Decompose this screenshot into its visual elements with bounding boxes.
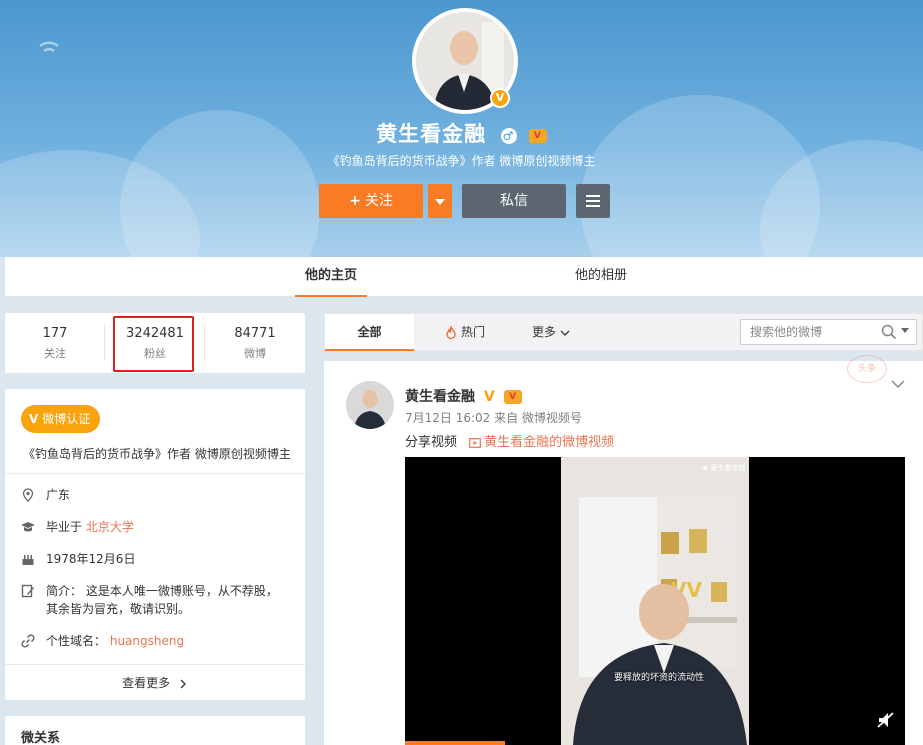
- verified-badge-icon: V: [490, 88, 510, 108]
- profile-info-card: V 微博认证 《钓鱼岛背后的货币战争》作者 微博原创视频博主 广东 毕业于 北京大…: [5, 389, 305, 700]
- search-icon[interactable]: [881, 324, 897, 340]
- vip-icon[interactable]: V: [503, 390, 522, 404]
- view-more-label: 查看更多: [122, 676, 171, 690]
- more-menu-button[interactable]: [576, 184, 610, 218]
- verified-v-icon: V: [29, 412, 39, 426]
- profile-name-row: 黄生看金融 ♂ V: [0, 118, 923, 148]
- intro-line-2: 其余皆为冒充，敬请识别。: [46, 602, 191, 616]
- plus-icon: +: [349, 193, 361, 209]
- feed-tab-more[interactable]: 更多: [521, 314, 581, 351]
- video-scene: VV: [561, 457, 749, 745]
- info-birthday: 1978年12月6日: [21, 550, 297, 568]
- post-body-text: 分享视频: [405, 435, 458, 450]
- follow-button-label: 关注: [364, 193, 393, 209]
- location-text: 广东: [46, 488, 71, 502]
- video-link[interactable]: 黄生看金融的微博视频: [469, 435, 614, 450]
- followers-highlight-box: [113, 316, 194, 372]
- feed-tab-more-label: 更多: [531, 325, 556, 339]
- verified-tag[interactable]: V 微博认证: [21, 405, 101, 433]
- link-icon: [21, 634, 35, 648]
- search-options-caret-icon[interactable]: [901, 328, 909, 333]
- chevron-down-icon: [560, 330, 570, 336]
- hamburger-icon: [586, 195, 600, 207]
- message-button-label: 私信: [500, 193, 528, 209]
- video-link-label: 黄生看金融的微博视频: [484, 435, 615, 450]
- flame-icon: [446, 324, 456, 340]
- post-text: 分享视频 黄生看金融的微博视频: [405, 431, 614, 450]
- post-search-box: [740, 319, 917, 345]
- view-more-link[interactable]: 查看更多: [5, 674, 305, 691]
- follow-button[interactable]: + 关注: [319, 184, 423, 218]
- feed-tab-all[interactable]: 全部: [325, 314, 414, 351]
- mute-icon[interactable]: [877, 711, 895, 729]
- vip-icon[interactable]: V: [528, 129, 547, 143]
- tab-album[interactable]: 他的相册: [565, 257, 637, 297]
- profile-name: 黄生看金融: [376, 122, 487, 146]
- domain-label: 个性域名：: [46, 634, 107, 648]
- video-subtitle: 要释放的坏资的流动性: [613, 673, 704, 683]
- info-location: 广东: [21, 486, 297, 504]
- caret-down-icon: [435, 199, 445, 205]
- post-options-chevron-icon[interactable]: [891, 379, 905, 389]
- chevron-right-icon: [180, 679, 186, 688]
- follow-options-button[interactable]: [428, 184, 452, 218]
- post-search-input[interactable]: [741, 320, 876, 344]
- info-domain: 个性域名： huangsheng: [21, 632, 297, 650]
- info-intro: 简介： 这是本人唯一微博账号，从不荐股， 其余皆为冒充，敬请识别。: [21, 582, 297, 618]
- graduation-cap-icon: [21, 520, 35, 534]
- stat-following-label: 关注: [44, 347, 66, 360]
- stat-following-value: 177: [42, 326, 68, 341]
- relation-card: 微关系: [5, 716, 305, 745]
- verified-tag-label: 微博认证: [42, 412, 91, 426]
- video-player[interactable]: VV ◉ 黄生看金融 要释放的坏资的流动性: [405, 457, 905, 745]
- male-icon: ♂: [500, 128, 517, 144]
- post-author-avatar[interactable]: [346, 381, 394, 429]
- top-post-stamp: 头条: [847, 355, 887, 383]
- post-meta: 7月12日 16:02 来自 微博视频号: [405, 411, 582, 425]
- intro-prefix: 简介：: [46, 584, 83, 598]
- signal-decoration-icon: [39, 41, 59, 53]
- video-icon: [469, 437, 482, 448]
- profile-bio: 《钓鱼岛背后的货币战争》作者 微博原创视频博主: [327, 154, 596, 168]
- relation-title: 微关系: [21, 731, 61, 745]
- video-progress-bar[interactable]: [405, 741, 505, 745]
- verified-v-icon: V: [483, 389, 495, 405]
- domain-link[interactable]: huangsheng: [110, 634, 184, 648]
- video-frame: VV: [561, 457, 749, 745]
- tab-home[interactable]: 他的主页: [295, 257, 367, 297]
- post-author-name-text: 黄生看金融: [405, 389, 475, 405]
- feed-tab-hot[interactable]: 热门: [435, 314, 495, 351]
- intro-line-1: 这是本人唯一微博账号，从不荐股，: [85, 584, 278, 598]
- cake-icon: [21, 552, 35, 566]
- stat-posts[interactable]: 84771 微博: [205, 313, 305, 373]
- education-school-link[interactable]: 北京大学: [86, 520, 134, 534]
- video-watermark: ◉ 黄生看金融: [702, 464, 746, 472]
- stat-following[interactable]: 177 关注: [5, 313, 105, 373]
- avatar-portrait: [346, 381, 394, 429]
- verified-description: 《钓鱼岛背后的货币战争》作者 微博原创视频博主: [23, 447, 291, 461]
- feed-post: 头条 黄生看金融 V V 7月12日 16:02 来自 微博视频号 分享视频 黄…: [324, 355, 923, 745]
- profile-tabbar: 他的主页 他的相册: [5, 257, 923, 297]
- divider: [5, 664, 305, 665]
- education-prefix: 毕业于: [46, 520, 83, 534]
- stat-posts-value: 84771: [234, 326, 276, 341]
- post-author-name[interactable]: 黄生看金融 V V: [405, 386, 522, 406]
- edit-note-icon: [21, 584, 35, 598]
- info-education: 毕业于 北京大学: [21, 518, 297, 536]
- location-pin-icon: [21, 488, 35, 502]
- message-button[interactable]: 私信: [462, 184, 566, 218]
- feed-tab-hot-label: 热门: [460, 325, 485, 339]
- stat-posts-label: 微博: [244, 347, 266, 360]
- birthday-text: 1978年12月6日: [46, 552, 136, 566]
- divider: [5, 473, 305, 474]
